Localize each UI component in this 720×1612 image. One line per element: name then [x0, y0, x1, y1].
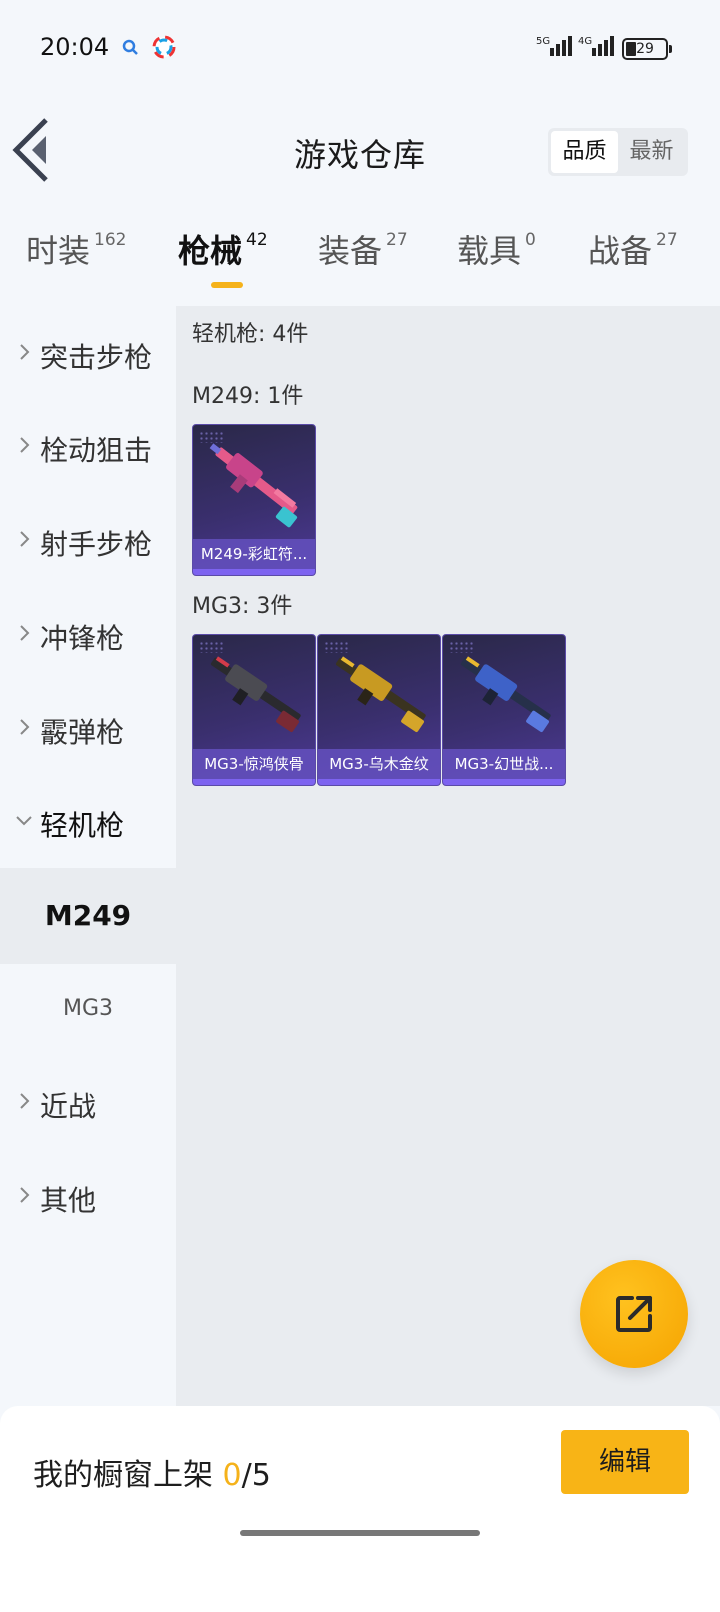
- sidebar-item-shotgun[interactable]: 霰弹枪: [0, 681, 176, 777]
- sidebar-item-label: 突击步枪: [40, 341, 153, 374]
- sidebar-subitem-label: MG3: [62, 996, 114, 1021]
- sidebar-item-other[interactable]: 其他: [0, 1149, 176, 1245]
- item-name: MG3-惊鸿侠骨: [204, 755, 304, 773]
- tab-count: 162: [94, 230, 127, 250]
- tab-supplies[interactable]: 战备 27: [588, 226, 678, 272]
- chevron-down-icon: [16, 816, 32, 826]
- shelf-status: 我的橱窗上架 0/5: [33, 1450, 271, 1494]
- tab-count: 42: [246, 230, 268, 250]
- app-logo-icon: [152, 35, 176, 59]
- sidebar-item-melee[interactable]: 近战: [0, 1055, 176, 1151]
- tab-label: 战备: [588, 232, 653, 270]
- tab-vehicles[interactable]: 载具 0: [457, 226, 536, 272]
- share-external-icon: [616, 1296, 652, 1332]
- item-name: MG3-幻世战...: [454, 755, 554, 773]
- group-title-m249: M249: 1件: [192, 384, 304, 409]
- tab-weapons[interactable]: 枪械 42: [178, 226, 268, 272]
- sort-toggle: 品质 最新: [548, 128, 688, 176]
- search-app-icon: [122, 39, 138, 55]
- tab-label: 载具: [457, 232, 522, 270]
- signal-4g-icon: 4G: [578, 36, 614, 56]
- chevron-right-icon: [20, 531, 30, 547]
- item-name: M249-彩虹符...: [200, 545, 308, 563]
- chevron-right-icon: [20, 344, 30, 360]
- battery-icon: 29: [622, 38, 672, 60]
- sort-quality-button[interactable]: 品质: [551, 131, 618, 173]
- signal-5g-icon: 5G: [536, 36, 572, 56]
- chevron-right-icon: [20, 1093, 30, 1109]
- sidebar-item-assault-rifle[interactable]: 突击步枪: [0, 306, 176, 402]
- sidebar-item-label: 轻机枪: [40, 809, 125, 842]
- home-indicator[interactable]: [240, 1530, 480, 1536]
- group-title-mg3: MG3: 3件: [192, 594, 293, 619]
- tab-label: 枪械: [178, 232, 243, 270]
- sidebar-subitem-mg3[interactable]: MG3: [0, 961, 176, 1057]
- edit-button[interactable]: 编辑: [561, 1430, 689, 1494]
- category-title: 轻机枪: 4件: [192, 322, 309, 347]
- item-card[interactable]: MG3-惊鸿侠骨: [192, 634, 316, 786]
- sidebar-item-label: 冲锋枪: [40, 622, 125, 655]
- sidebar-item-label: 射手步枪: [40, 528, 153, 561]
- item-card[interactable]: M249-彩虹符...: [192, 424, 316, 576]
- item-card[interactable]: MG3-幻世战...: [442, 634, 566, 786]
- tab-count: 0: [525, 230, 536, 250]
- sidebar-item-label: 其他: [40, 1184, 97, 1217]
- content-panel: 轻机枪: 4件 M249: 1件 M249-彩虹符... MG3: 3件 MG3…: [176, 306, 720, 1406]
- tab-count: 27: [656, 230, 678, 250]
- sidebar-item-label: 栓动狙击: [40, 434, 153, 467]
- item-name: MG3-乌木金纹: [329, 755, 429, 773]
- lmg-gold-icon: [335, 656, 426, 733]
- tab-count: 27: [386, 230, 408, 250]
- sidebar-subitem-label: M249: [44, 899, 132, 932]
- lmg-rainbow-icon: [209, 443, 298, 528]
- shelf-label: 我的橱窗上架: [33, 1458, 213, 1493]
- lmg-red-black-icon: [210, 656, 301, 733]
- sidebar-subitem-m249[interactable]: M249: [0, 868, 176, 964]
- tab-fashion[interactable]: 时装 162: [26, 226, 126, 272]
- tab-equipment[interactable]: 装备 27: [318, 226, 408, 272]
- sidebar: 突击步枪 栓动狙击 射手步枪 冲锋枪 霰弹枪 轻机枪 M249 MG3 近战 其…: [0, 306, 176, 1406]
- item-card[interactable]: MG3-乌木金纹: [317, 634, 441, 786]
- sidebar-item-smg[interactable]: 冲锋枪: [0, 587, 176, 683]
- chevron-right-icon: [20, 719, 30, 735]
- sidebar-item-label: 霰弹枪: [40, 716, 125, 749]
- status-time: 20:04: [40, 33, 110, 61]
- tab-label: 装备: [318, 232, 383, 270]
- lmg-blue-gold-icon: [460, 656, 551, 733]
- battery-level: 29: [636, 41, 654, 57]
- share-fab-button[interactable]: [580, 1260, 688, 1368]
- chevron-right-icon: [20, 437, 30, 453]
- shelf-total-count: /5: [241, 1458, 271, 1493]
- sidebar-item-bolt-sniper[interactable]: 栓动狙击: [0, 399, 176, 495]
- shelf-current-count: 0: [222, 1458, 242, 1493]
- chevron-right-icon: [20, 1187, 30, 1203]
- network-5g-label: 5G: [536, 36, 550, 47]
- sidebar-item-marksman-rifle[interactable]: 射手步枪: [0, 493, 176, 589]
- sidebar-item-label: 近战: [40, 1090, 97, 1123]
- bottom-bar: 我的橱窗上架 0/5 编辑: [0, 1406, 720, 1612]
- tab-label: 时装: [26, 232, 91, 270]
- chevron-right-icon: [20, 625, 30, 641]
- sidebar-item-lmg[interactable]: 轻机枪: [0, 774, 176, 870]
- category-tabs: 时装 162 枪械 42 装备 27 载具 0 战备 27: [0, 226, 720, 298]
- network-4g-label: 4G: [578, 36, 592, 47]
- status-bar: 20:04 5G 4G 29: [0, 0, 720, 96]
- active-tab-indicator: [211, 282, 243, 288]
- sort-newest-button[interactable]: 最新: [618, 131, 685, 173]
